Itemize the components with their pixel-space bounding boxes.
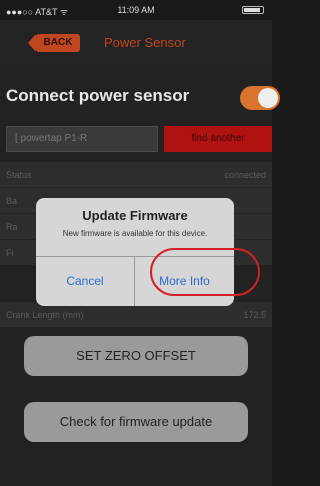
row-value: connected	[224, 170, 266, 180]
navigation-bar: BACK Power Sensor	[0, 20, 272, 64]
row-label: Ba	[6, 196, 18, 206]
connect-label: Connect power sensor	[6, 86, 190, 105]
highlight-circle	[150, 248, 260, 296]
set-zero-offset-button[interactable]: SET ZERO OFFSET	[24, 336, 248, 376]
status-time: 11:09 AM	[117, 5, 155, 15]
dialog-message: New firmware is available for this devic…	[62, 229, 208, 238]
check-firmware-button[interactable]: Check for firmware update	[24, 402, 248, 442]
back-button[interactable]: BACK	[28, 34, 80, 52]
connect-row: Connect power sensor	[0, 78, 280, 114]
connect-toggle[interactable]	[240, 86, 280, 110]
status-bar: ●●●○○ AT&T ᯤ 11:09 AM	[0, 0, 272, 20]
status-row: Status connected	[0, 162, 272, 188]
device-name-field[interactable]: [ powertap P1-R	[6, 126, 158, 152]
row-label: Crank Length (mm)	[6, 310, 84, 320]
row-label: Fi	[6, 248, 14, 258]
row-label: Ra	[6, 222, 18, 232]
dialog-title: Update Firmware	[82, 208, 188, 223]
find-another-button[interactable]: find another	[164, 126, 272, 152]
row-value: 172.5	[243, 310, 266, 320]
battery-icon	[242, 6, 264, 14]
page-title: Power Sensor	[104, 35, 186, 50]
cancel-button[interactable]: Cancel	[36, 256, 134, 306]
row-label: Status	[6, 170, 32, 180]
